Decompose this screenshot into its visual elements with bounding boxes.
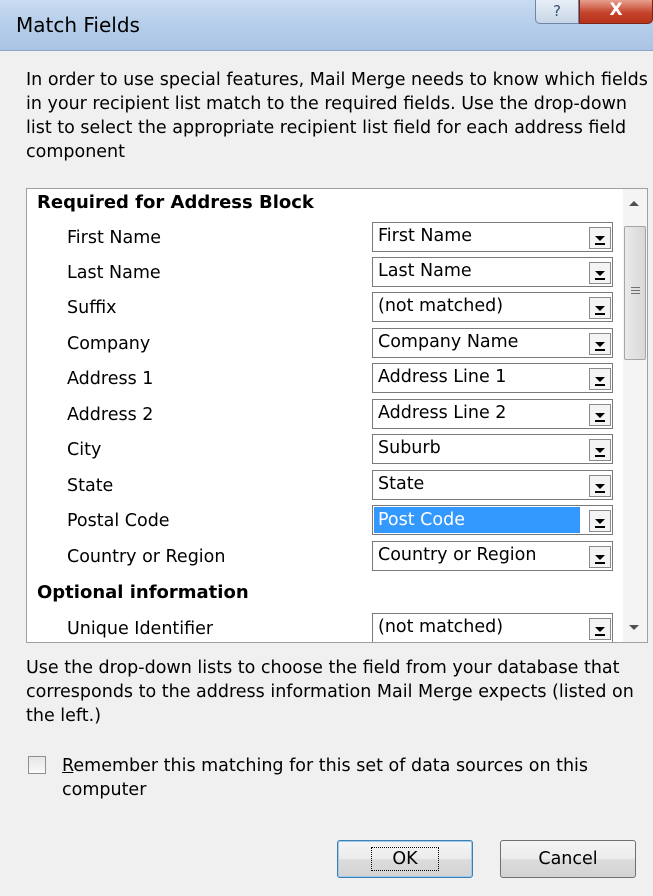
combo-value: (not matched) xyxy=(378,617,504,637)
dropdown-arrow-icon[interactable] xyxy=(589,333,611,355)
scroll-down-arrow-icon[interactable] xyxy=(629,625,639,630)
dropdown-arrow-icon[interactable] xyxy=(589,262,611,284)
field-mapping-list[interactable]: Required for Address Block First Name Fi… xyxy=(26,188,648,643)
remember-matching-label[interactable]: Remember this matching for this set of d… xyxy=(62,754,642,802)
combo-value: Company Name xyxy=(378,332,519,352)
label-unique-identifier: Unique Identifier xyxy=(67,619,214,639)
grip-line xyxy=(631,287,640,288)
combo-value: Address Line 1 xyxy=(378,367,507,387)
combo-value: Last Name xyxy=(378,261,472,281)
label-company: Company xyxy=(67,334,151,354)
label-last-name: Last Name xyxy=(67,263,161,283)
combo-company[interactable]: Company Name xyxy=(372,328,613,358)
combo-value: Address Line 2 xyxy=(378,403,507,423)
label-suffix: Suffix xyxy=(67,298,117,318)
combo-state[interactable]: State xyxy=(372,470,613,500)
label-postal-code: Postal Code xyxy=(67,511,170,531)
label-text: emember this matching for this set of da… xyxy=(62,756,589,800)
label-address-1: Address 1 xyxy=(67,369,154,389)
combo-first-name[interactable]: First Name xyxy=(372,222,613,252)
combo-address-2[interactable]: Address Line 2 xyxy=(372,399,613,429)
grip-line xyxy=(631,293,640,294)
ok-button[interactable]: OK xyxy=(337,840,473,878)
remember-matching-checkbox[interactable] xyxy=(28,756,46,774)
combo-unique-identifier[interactable]: (not matched) xyxy=(372,613,613,642)
scroll-up-arrow-icon[interactable] xyxy=(629,201,639,206)
label-address-2: Address 2 xyxy=(67,405,154,425)
dropdown-arrow-icon[interactable] xyxy=(589,546,611,568)
label-first-name: First Name xyxy=(67,228,162,248)
combo-value: Suburb xyxy=(378,438,441,458)
optional-section-header: Optional information xyxy=(37,582,249,603)
combo-last-name[interactable]: Last Name xyxy=(372,257,613,287)
combo-postal-code[interactable]: Post Code xyxy=(372,505,613,535)
combo-value: First Name xyxy=(378,226,473,246)
dropdown-arrow-icon[interactable] xyxy=(589,368,611,390)
label-state: State xyxy=(67,476,114,496)
combo-suffix[interactable]: (not matched) xyxy=(372,292,613,322)
grip-line xyxy=(631,290,640,291)
combo-value: Country or Region xyxy=(378,545,537,565)
combo-value: (not matched) xyxy=(378,296,504,316)
vertical-scrollbar[interactable] xyxy=(623,189,647,642)
close-button[interactable]: X xyxy=(579,0,653,24)
ok-label: OK xyxy=(371,847,439,871)
title-bar: Match Fields ? X xyxy=(0,0,653,51)
combo-value: State xyxy=(378,474,425,494)
required-section-header: Required for Address Block xyxy=(37,192,314,213)
scrollbar-thumb[interactable] xyxy=(624,226,646,360)
dropdown-arrow-icon[interactable] xyxy=(589,297,611,319)
footer-help-text: Use the drop-down lists to choose the fi… xyxy=(26,658,634,726)
dropdown-arrow-icon[interactable] xyxy=(589,227,611,249)
label-country-region: Country or Region xyxy=(67,547,226,567)
help-button[interactable]: ? xyxy=(535,0,579,24)
dropdown-arrow-icon[interactable] xyxy=(589,404,611,426)
dropdown-arrow-icon[interactable] xyxy=(589,510,611,532)
dropdown-arrow-icon[interactable] xyxy=(589,439,611,461)
combo-city[interactable]: Suburb xyxy=(372,434,613,464)
cancel-button[interactable]: Cancel xyxy=(500,840,636,878)
dropdown-arrow-icon[interactable] xyxy=(589,618,611,640)
label-city: City xyxy=(67,440,102,460)
dropdown-arrow-icon[interactable] xyxy=(589,475,611,497)
combo-address-1[interactable]: Address Line 1 xyxy=(372,363,613,393)
combo-value: Post Code xyxy=(374,507,580,533)
intro-text: In order to use special features, Mail M… xyxy=(26,70,648,162)
combo-country-region[interactable]: Country or Region xyxy=(372,541,613,571)
access-key: R xyxy=(62,756,74,776)
window-title: Match Fields xyxy=(16,13,140,37)
